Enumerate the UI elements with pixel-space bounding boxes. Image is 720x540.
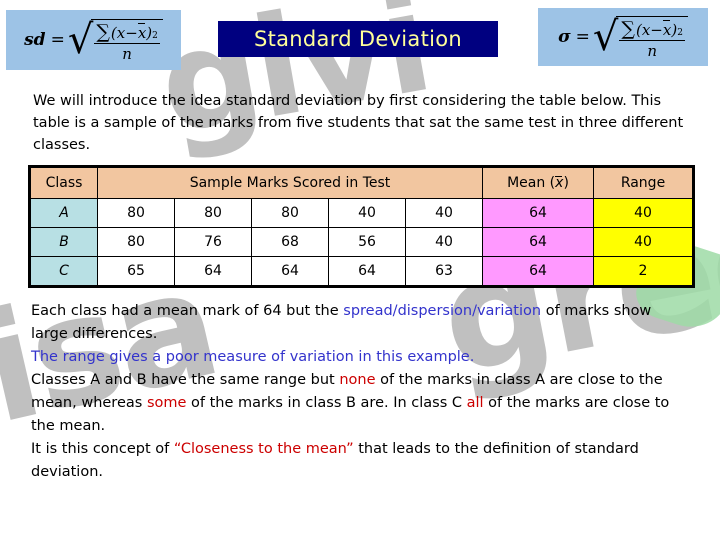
header-range: Range: [593, 167, 693, 199]
cell-mark: 80: [97, 198, 175, 228]
note-3-highlight-some: some: [146, 395, 187, 411]
cell-class: B: [30, 227, 98, 257]
note-paragraph-1: Each class had a mean mark of 64 but the…: [31, 300, 691, 346]
cell-mark: 80: [251, 198, 329, 228]
cell-mean: 64: [482, 227, 594, 257]
formula-sigma-radical: √ ∑(x − x) 2 n: [592, 13, 688, 60]
summation-icon: ∑: [96, 21, 110, 43]
header-mean: Mean (x): [482, 167, 594, 199]
cell-mark: 64: [251, 256, 329, 286]
note-paragraph-4: It is this concept of “Closeness to the …: [31, 438, 691, 484]
marks-table: Class Sample Marks Scored in Test Mean (…: [30, 167, 693, 286]
radical-hook-icon: √: [592, 13, 619, 60]
intro-paragraph: We will introduce the idea standard devi…: [33, 93, 684, 153]
cell-mark: 64: [328, 256, 406, 286]
formula-sd-lhs: sd: [24, 30, 46, 50]
table-header: Class Sample Marks Scored in Test Mean (…: [30, 167, 693, 199]
note-1-text-a: Each class had a mean mark of 64 but the: [31, 303, 344, 319]
cell-mean: 64: [482, 256, 594, 286]
formula-sigma-box: σ = √ ∑(x − x) 2 n: [538, 8, 708, 66]
page-title: Standard Deviation: [253, 27, 463, 51]
formula-sigma-equals: =: [575, 27, 590, 47]
formula-sigma-numerator: ∑(x − x) 2: [619, 17, 685, 40]
formula-sd-denominator: n: [94, 43, 160, 63]
table-body: A 80 80 80 40 40 64 40 B 80 76 68 56 40 …: [30, 198, 693, 286]
exponent: 2: [677, 28, 683, 38]
notes-block: Each class had a mean mark of 64 but the…: [31, 300, 691, 484]
header-mean-suffix: ): [563, 175, 569, 191]
exponent: 2: [152, 31, 158, 41]
minus-sign: −: [650, 21, 663, 39]
formula-sigma: σ = √ ∑(x − x) 2 n: [558, 13, 688, 60]
formula-sd-numerator: ∑(x − x) 2: [94, 20, 160, 43]
cell-mark: 76: [174, 227, 252, 257]
formula-sd: sd = √ ∑(x − x) 2 n: [24, 16, 163, 63]
note-3-text-a: Classes A and B have the same range but: [31, 372, 340, 388]
radical-hook-icon: √: [67, 16, 94, 63]
note-4-highlight: “Closeness to the mean”: [173, 441, 354, 457]
cell-mark: 63: [405, 256, 483, 286]
table-row: B 80 76 68 56 40 64 40: [30, 227, 693, 257]
note-3-highlight-none: none: [339, 372, 376, 388]
cell-mark: 56: [328, 227, 406, 257]
formula-sd-radical: √ ∑(x − x) 2 n: [67, 16, 163, 63]
variable-x: x: [116, 24, 126, 42]
cell-range: 40: [593, 198, 693, 228]
header-sample-marks: Sample Marks Scored in Test: [97, 167, 483, 199]
cell-range: 2: [593, 256, 693, 286]
formula-sd-box: sd = √ ∑(x − x) 2 n: [6, 10, 181, 70]
note-paragraph-3: Classes A and B have the same range but …: [31, 369, 691, 438]
cell-mark: 80: [174, 198, 252, 228]
note-3-highlight-all: all: [466, 395, 484, 411]
note-paragraph-2: The range gives a poor measure of variat…: [31, 349, 475, 365]
cell-mean: 64: [482, 198, 594, 228]
x-bar-symbol: x: [662, 20, 672, 39]
slide-canvas: givi isa gree sd = √ ∑(x − x) 2 n σ = √ …: [0, 0, 720, 540]
note-4-text-a: It is this concept of: [31, 441, 174, 457]
slide-title-banner: Standard Deviation: [218, 21, 498, 57]
summation-icon: ∑: [621, 18, 635, 40]
cell-mark: 65: [97, 256, 175, 286]
cell-mark: 40: [405, 227, 483, 257]
cell-mark: 80: [97, 227, 175, 257]
header-class: Class: [30, 167, 98, 199]
cell-mark: 40: [405, 198, 483, 228]
formula-sd-fraction: ∑(x − x) 2 n: [91, 19, 163, 63]
cell-class: C: [30, 256, 98, 286]
header-mean-prefix: Mean (: [507, 175, 556, 191]
note-3-text-c: of the marks in class B are. In class C: [186, 395, 467, 411]
minus-sign: −: [125, 24, 138, 42]
cell-range: 40: [593, 227, 693, 257]
formula-sigma-lhs: σ: [558, 27, 571, 47]
x-bar-symbol: x: [137, 23, 147, 42]
variable-x: x: [641, 21, 651, 39]
cell-mark: 40: [328, 198, 406, 228]
cell-class: A: [30, 198, 98, 228]
formula-sd-equals: =: [50, 30, 65, 50]
cell-mark: 68: [251, 227, 329, 257]
table-header-row: Class Sample Marks Scored in Test Mean (…: [30, 167, 693, 199]
header-mean-xbar: x: [555, 175, 564, 191]
formula-sigma-fraction: ∑(x − x) 2 n: [616, 16, 688, 60]
formula-sigma-denominator: n: [619, 40, 685, 60]
note-1-highlight: spread/dispersion/variation: [343, 303, 542, 319]
cell-mark: 64: [174, 256, 252, 286]
table-row: A 80 80 80 40 40 64 40: [30, 198, 693, 228]
table-row: C 65 64 64 64 63 64 2: [30, 256, 693, 286]
